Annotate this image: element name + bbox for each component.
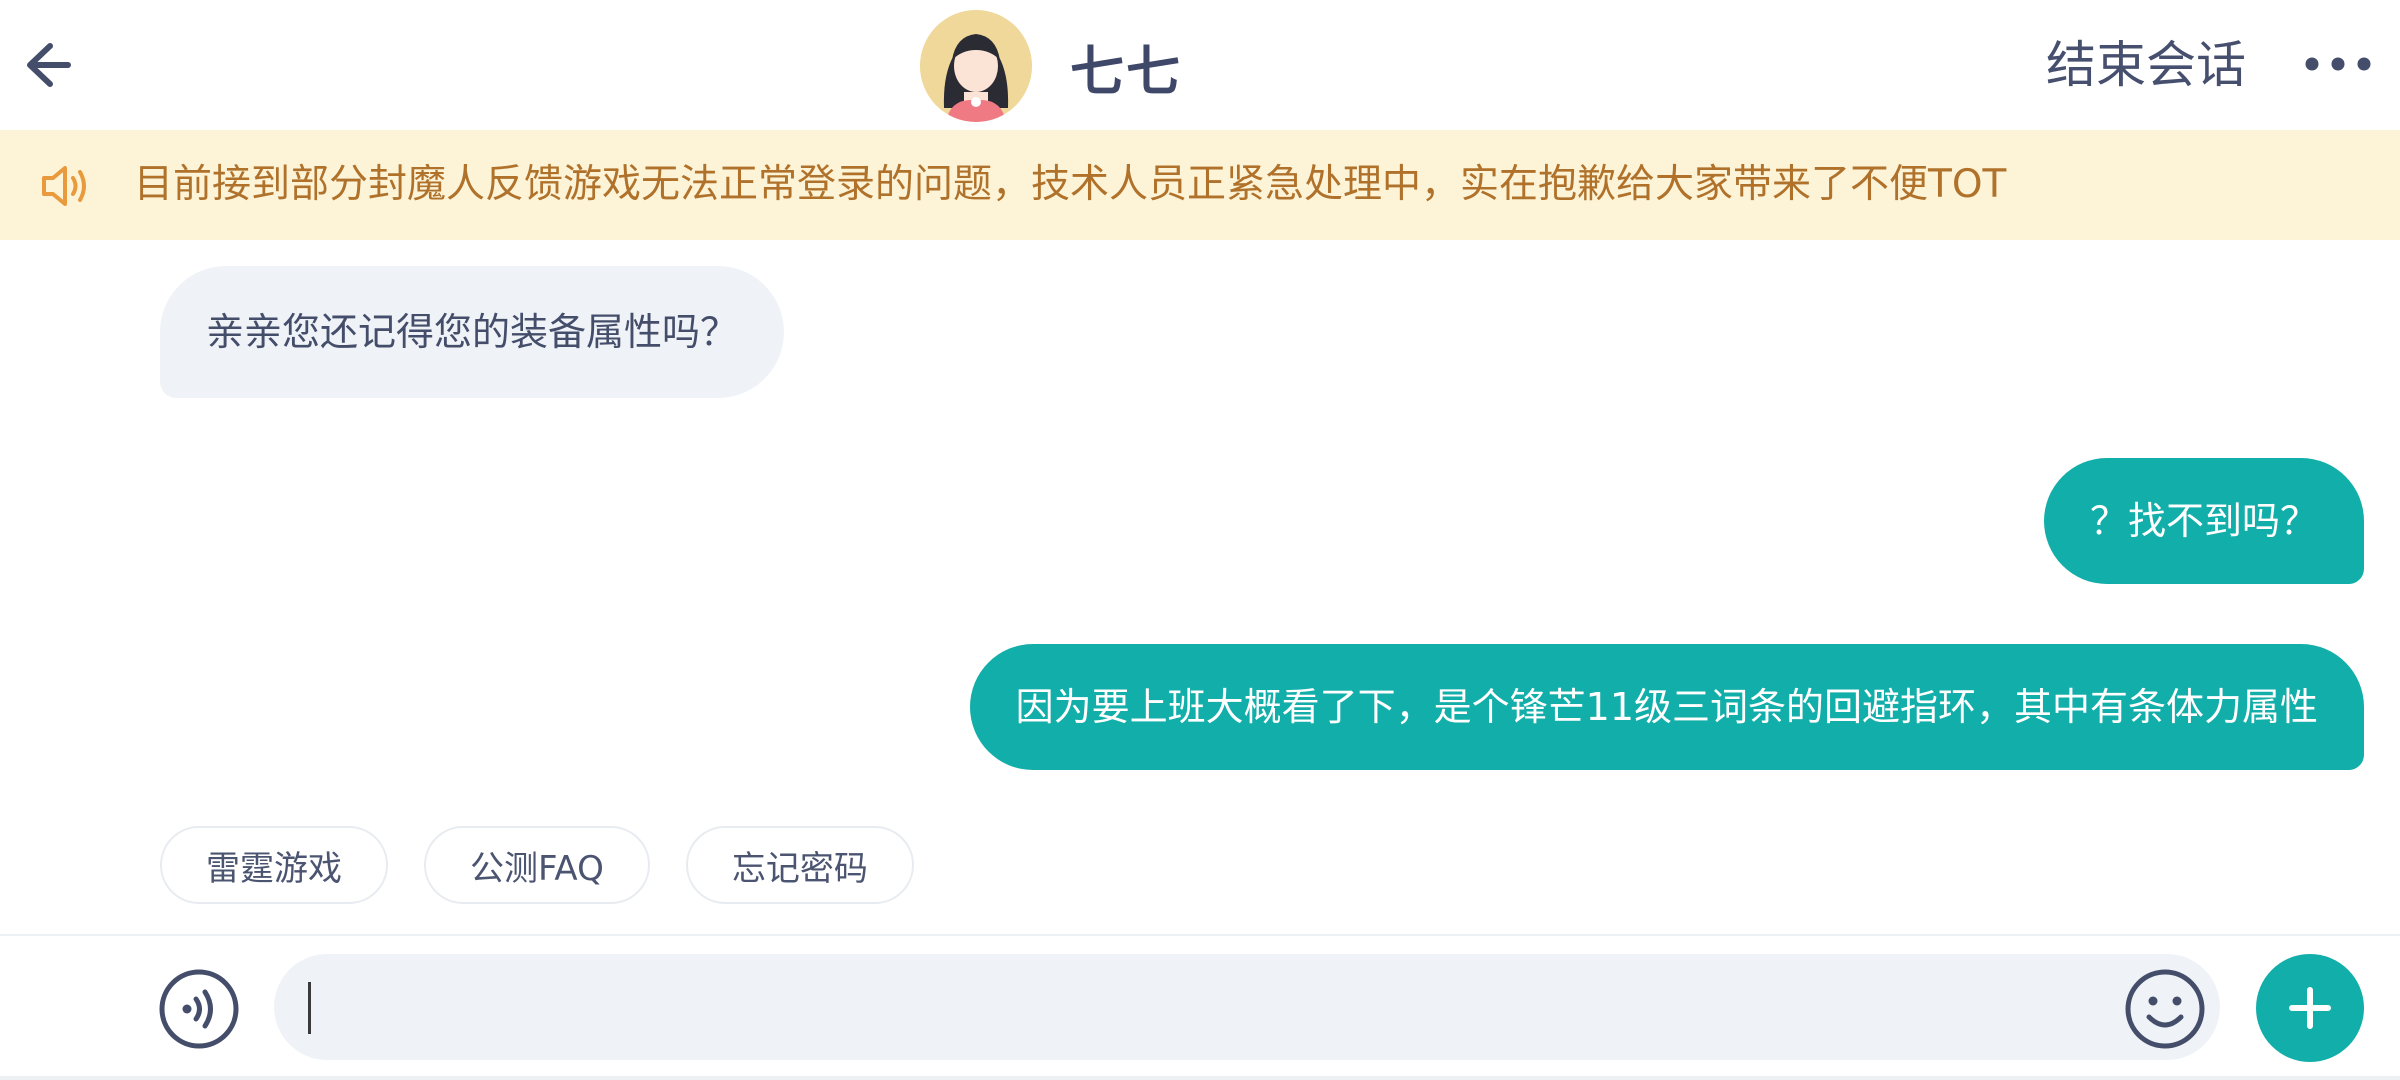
bottom-divider: [0, 1076, 2400, 1080]
avatar: [920, 10, 1032, 122]
quick-reply-bar: 雷霆游戏 公测FAQ 忘记密码: [160, 826, 950, 904]
plus-button[interactable]: [2256, 954, 2364, 1062]
user-message: 因为要上班大概看了下，是个锋芒11级三词条的回避指环，其中有条体力属性: [969, 644, 2364, 770]
voice-button[interactable]: [158, 968, 240, 1050]
quick-reply-chip[interactable]: 忘记密码: [685, 826, 914, 904]
more-button[interactable]: [2302, 44, 2374, 84]
notice-text: 目前接到部分封魔人反馈游戏无法正常登录的问题，技术人员正紧急处理中，实在抱歉给大…: [134, 162, 2007, 207]
quick-reply-chip[interactable]: 雷霆游戏: [160, 826, 388, 904]
back-button[interactable]: [18, 30, 84, 100]
chat-title-area: 七七: [920, 10, 1182, 122]
more-icon: [2305, 57, 2371, 71]
user-message: ？找不到吗？: [2043, 458, 2364, 584]
speaker-icon: [40, 163, 90, 209]
page-title: 七七: [1070, 39, 1182, 103]
message-input[interactable]: [304, 970, 2068, 1046]
agent-message: 亲亲您还记得您的装备属性吗？: [160, 266, 785, 398]
quick-reply-chip[interactable]: 公测FAQ: [424, 826, 650, 904]
notice-banner: 目前接到部分封魔人反馈游戏无法正常登录的问题，技术人员正紧急处理中，实在抱歉给大…: [0, 130, 2400, 240]
divider: [0, 934, 2400, 936]
chat-header: 七七 结束会话: [0, 0, 2400, 130]
text-caret: [308, 982, 311, 1034]
message-input-box: [274, 954, 2220, 1060]
voice-icon: [159, 969, 239, 1049]
emoji-icon: [2125, 969, 2205, 1049]
back-arrow-icon: [27, 43, 71, 87]
end-session-button[interactable]: 结束会话: [2046, 30, 2246, 100]
plus-icon: [2289, 987, 2331, 1029]
emoji-button[interactable]: [2124, 968, 2206, 1050]
